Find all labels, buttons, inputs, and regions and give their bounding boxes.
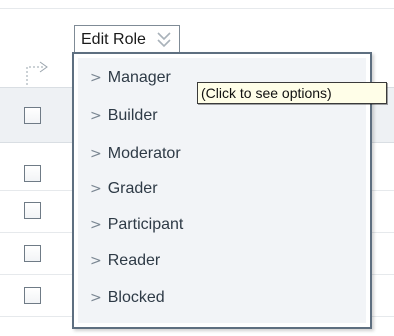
chevron-right-icon: > xyxy=(90,217,102,233)
row-checkbox[interactable] xyxy=(24,165,41,182)
chevron-right-icon: > xyxy=(90,181,102,197)
edit-role-label: Edit Role xyxy=(81,30,146,48)
menu-item-reader[interactable]: > Reader xyxy=(90,249,160,273)
chevron-right-icon: > xyxy=(90,70,102,86)
chevron-right-icon: > xyxy=(90,253,102,269)
edit-role-button[interactable]: Edit Role xyxy=(74,25,180,53)
menu-item-manager[interactable]: > Manager xyxy=(90,66,171,90)
chevron-down-icon xyxy=(157,31,171,47)
row-checkbox[interactable] xyxy=(24,202,41,219)
menu-item-label: Builder xyxy=(107,107,158,124)
role-assignment-page: Edit Role > Manager > Builder > Moderato… xyxy=(0,0,394,336)
table-top-border xyxy=(0,0,394,9)
row-checkbox[interactable] xyxy=(24,245,41,262)
chevron-right-icon: > xyxy=(90,108,102,124)
menu-item-builder[interactable]: > Builder xyxy=(90,104,158,128)
menu-item-label: Manager xyxy=(107,69,171,86)
menu-item-moderator[interactable]: > Moderator xyxy=(90,142,181,166)
menu-item-participant[interactable]: > Participant xyxy=(90,213,183,237)
tooltip: (Click to see options) xyxy=(197,82,387,104)
menu-item-label: Reader xyxy=(107,252,161,269)
with-selected-arrow-icon xyxy=(26,61,48,85)
chevron-right-icon: > xyxy=(90,290,102,306)
menu-item-grader[interactable]: > Grader xyxy=(90,177,158,201)
menu-item-label: Blocked xyxy=(107,289,165,306)
menu-item-label: Moderator xyxy=(107,145,181,162)
menu-item-blocked[interactable]: > Blocked xyxy=(90,286,165,310)
row-checkbox[interactable] xyxy=(24,287,41,304)
menu-item-label: Grader xyxy=(107,180,158,197)
menu-item-label: Participant xyxy=(107,216,184,233)
chevron-right-icon: > xyxy=(90,146,102,162)
select-all-checkbox[interactable] xyxy=(24,107,41,124)
